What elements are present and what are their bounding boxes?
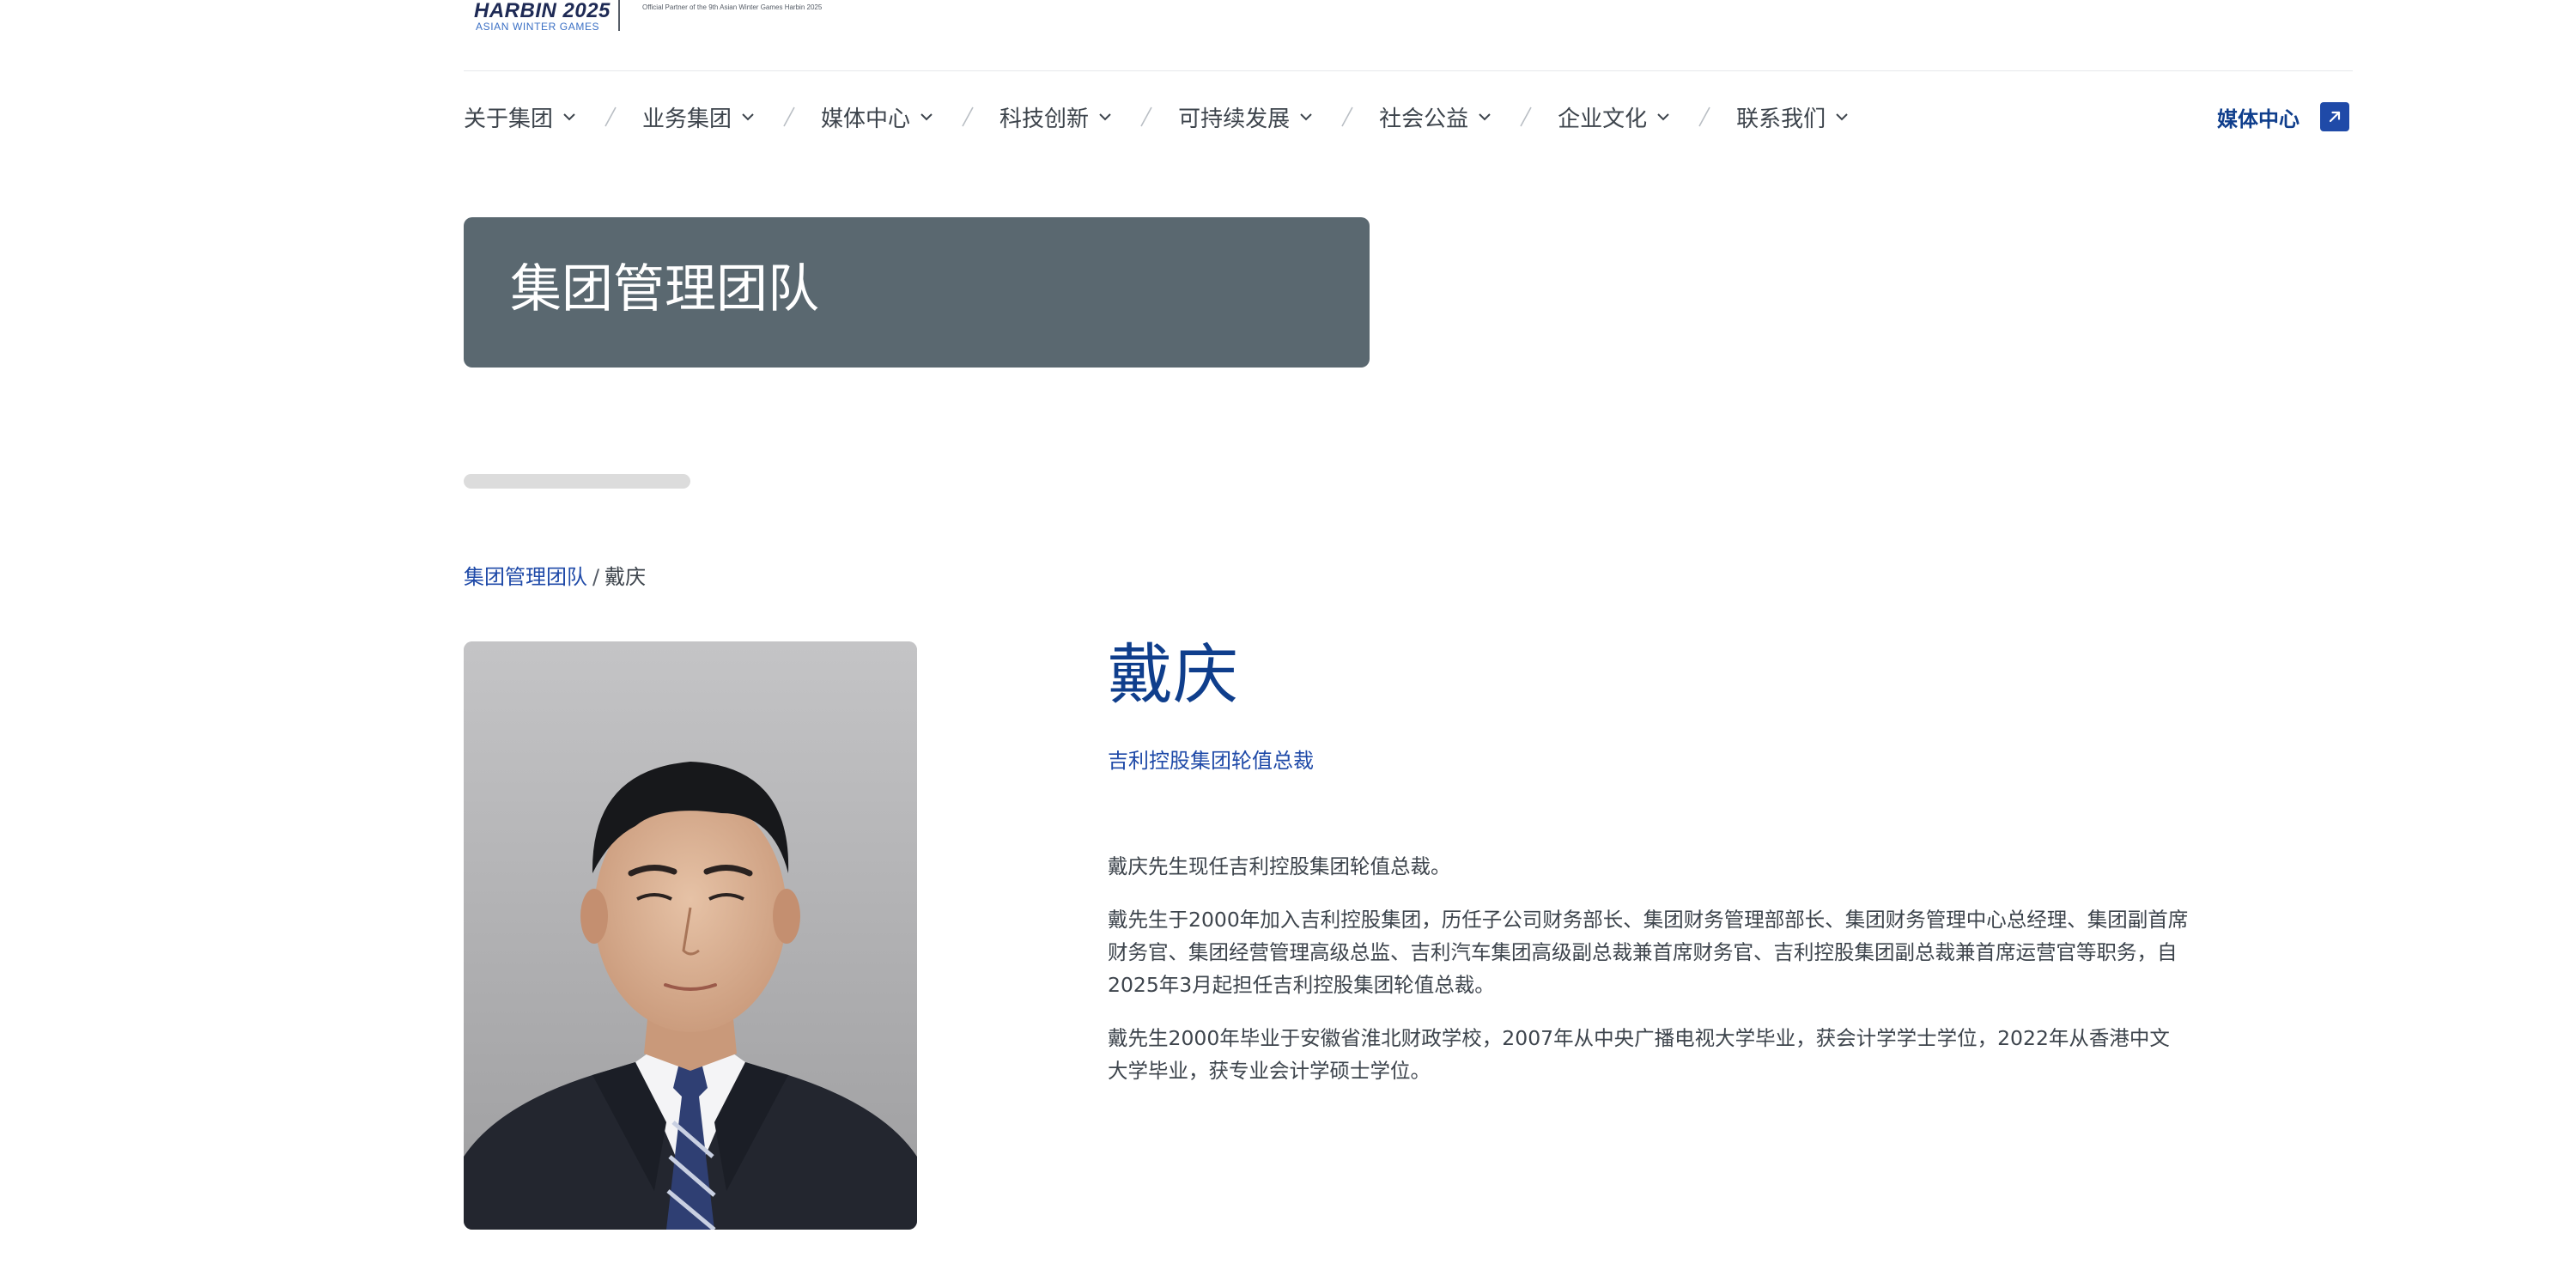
nav-item-about[interactable]: 关于集团	[464, 101, 579, 133]
nav-item-business[interactable]: 业务集团	[642, 101, 757, 133]
event-logo-subtitle: ASIAN WINTER GAMES	[476, 21, 600, 33]
loading-placeholder-bar	[464, 474, 690, 489]
nav-item-sustainability[interactable]: 可持续发展	[1178, 101, 1315, 133]
chevron-down-icon	[1657, 113, 1669, 121]
nav-item-media[interactable]: 媒体中心	[821, 101, 936, 133]
biography: 戴庆先生现任吉利控股集团轮值总裁。 戴先生于2000年加入吉利控股集团，历任子公…	[1108, 850, 2190, 1087]
logo-divider	[618, 0, 620, 31]
slash-separator	[1341, 106, 1353, 127]
nav-item-label: 联系我们	[1736, 106, 1826, 132]
nav-item-label: 媒体中心	[821, 106, 911, 132]
breadcrumb-parent-link[interactable]: 集团管理团队	[464, 565, 587, 589]
header-divider	[464, 70, 2353, 71]
header-logo[interactable]: HARBIN 2025 ASIAN WINTER GAMES Official …	[464, 0, 876, 41]
chevron-down-icon	[1099, 113, 1111, 121]
slash-separator	[1520, 106, 1532, 127]
bio-paragraph: 戴先生于2000年加入吉利控股集团，历任子公司财务部长、集团财务管理部部长、集团…	[1108, 908, 2189, 997]
profile-photo	[464, 641, 917, 1230]
slash-separator	[605, 106, 617, 127]
nav-item-label: 科技创新	[999, 106, 1090, 132]
nav-item-innovation[interactable]: 科技创新	[999, 101, 1115, 133]
partner-text: Official Partner of the 9th Asian Winter…	[642, 3, 823, 11]
external-link-icon	[2320, 102, 2349, 131]
media-center-label: 媒体中心	[2217, 106, 2300, 131]
nav-item-label: 业务集团	[642, 106, 732, 132]
slash-separator	[783, 106, 795, 127]
page-title: 集团管理团队	[510, 259, 819, 319]
chevron-down-icon	[1300, 113, 1312, 121]
slash-separator	[1698, 106, 1710, 127]
bio-paragraph: 戴先生2000年毕业于安徽省淮北财政学校，2007年从中央广播电视大学毕业，获会…	[1108, 1026, 2170, 1083]
chevron-down-icon	[920, 113, 933, 121]
chevron-down-icon	[1479, 113, 1491, 121]
person-name: 戴庆	[1108, 636, 1238, 713]
main-nav: 关于集团 业务集团 媒体中心 科技创新 可持续发展 社会公益 企业文化 联系我们	[464, 96, 1851, 137]
person-position: 吉利控股集团轮值总裁	[1108, 749, 1314, 773]
nav-item-charity[interactable]: 社会公益	[1379, 101, 1494, 133]
breadcrumb: 集团管理团队 / 戴庆	[464, 563, 646, 591]
nav-item-label: 关于集团	[464, 106, 554, 132]
bio-paragraph: 戴庆先生现任吉利控股集团轮值总裁。	[1108, 854, 1451, 878]
slash-separator	[1140, 106, 1152, 127]
nav-item-label: 企业文化	[1558, 106, 1648, 132]
slash-separator	[962, 106, 974, 127]
nav-item-label: 可持续发展	[1178, 106, 1291, 132]
nav-item-label: 社会公益	[1379, 106, 1469, 132]
chevron-down-icon	[563, 113, 575, 121]
chevron-down-icon	[1836, 113, 1848, 121]
event-logo-title: HARBIN 2025	[474, 0, 611, 22]
profile-details: 戴庆 吉利控股集团轮值总裁 戴庆先生现任吉利控股集团轮值总裁。 戴先生于2000…	[1108, 635, 2190, 1108]
media-center-link[interactable]: 媒体中心	[2217, 96, 2349, 137]
breadcrumb-current: 戴庆	[605, 565, 647, 589]
page-banner: 集团管理团队	[464, 217, 1370, 368]
nav-item-culture[interactable]: 企业文化	[1558, 101, 1673, 133]
breadcrumb-separator: /	[592, 565, 600, 589]
chevron-down-icon	[742, 113, 754, 121]
nav-item-contact[interactable]: 联系我们	[1736, 101, 1851, 133]
